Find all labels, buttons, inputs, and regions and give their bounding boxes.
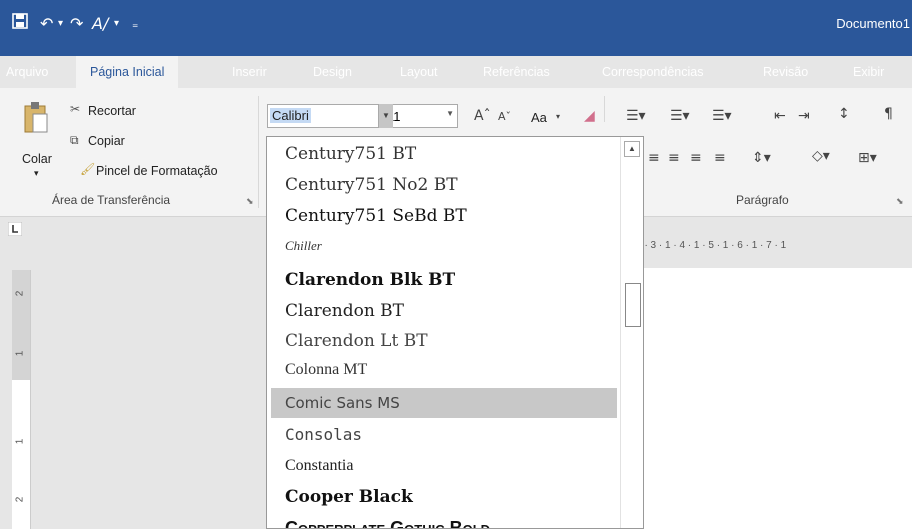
tab-inserir[interactable]: Inserir bbox=[232, 56, 267, 88]
align-left-icon[interactable]: ≡ bbox=[648, 150, 660, 166]
paste-dropdown-icon[interactable]: ▾ bbox=[34, 168, 39, 179]
shading-icon[interactable]: ◇▾ bbox=[812, 148, 830, 164]
increase-indent-icon[interactable]: ⇥ bbox=[798, 108, 810, 124]
tab-pagina-inicial[interactable]: Página Inicial bbox=[76, 56, 179, 88]
paste-icon[interactable] bbox=[22, 100, 48, 143]
undo-icon[interactable]: ↶ bbox=[40, 12, 53, 36]
copy-icon: ⧉ bbox=[70, 133, 79, 147]
paragraph-launcher-icon[interactable]: ⬊ bbox=[896, 196, 904, 207]
format-painter-small-icon[interactable]: A/ bbox=[92, 12, 108, 36]
align-center-icon[interactable]: ≡ bbox=[668, 150, 680, 166]
undo-dropdown-icon[interactable]: ▾ bbox=[58, 12, 63, 36]
group-divider bbox=[604, 96, 605, 122]
document-page[interactable] bbox=[628, 268, 912, 529]
font-name-dropdown-icon[interactable]: ▼ bbox=[379, 104, 393, 128]
font-option[interactable]: Clarendon Lt BT bbox=[271, 326, 617, 356]
ruler-number: 2 bbox=[14, 290, 26, 297]
cut-button[interactable]: Recortar bbox=[88, 104, 136, 118]
numbering-icon[interactable]: ☰▾ bbox=[670, 108, 690, 124]
ruler-tab-selector[interactable] bbox=[7, 221, 30, 240]
font-name-value: Calibri bbox=[270, 108, 311, 123]
format-dropdown-icon[interactable]: ▾ bbox=[114, 12, 119, 36]
font-option[interactable]: Century751 SeBd BT bbox=[271, 201, 617, 231]
multilevel-list-icon[interactable]: ☰▾ bbox=[712, 108, 732, 124]
font-option[interactable]: Clarendon Blk BT bbox=[271, 265, 617, 295]
sort-icon[interactable]: ↕ bbox=[838, 106, 850, 122]
tab-arquivo[interactable]: Arquivo bbox=[6, 56, 48, 88]
font-name-input[interactable]: Calibri bbox=[267, 104, 379, 128]
format-painter-icon: 🖌 bbox=[80, 162, 96, 176]
tab-exibir[interactable]: Exibir bbox=[853, 56, 884, 88]
customize-qat-icon[interactable]: ₌ bbox=[132, 12, 138, 36]
font-option-selected[interactable]: Comic Sans MS bbox=[271, 388, 617, 418]
font-option[interactable]: Chiller bbox=[271, 231, 617, 261]
redo-icon[interactable]: ↷ bbox=[70, 12, 83, 36]
change-case-dropdown-icon[interactable]: ▾ bbox=[556, 112, 560, 121]
font-option[interactable]: Century751 No2 BT bbox=[271, 170, 617, 200]
change-case-button[interactable]: Aa bbox=[531, 110, 547, 125]
ruler-number: 2 bbox=[14, 496, 26, 503]
document-title: Documento1 bbox=[836, 16, 910, 31]
title-bar: ↶ ▾ ↷ A/ ▾ ₌ Documento1 bbox=[0, 0, 912, 56]
tab-design[interactable]: Design bbox=[313, 56, 352, 88]
tab-revisao[interactable]: Revisão bbox=[763, 56, 808, 88]
line-spacing-icon[interactable]: ⇕▾ bbox=[752, 150, 771, 166]
save-icon[interactable] bbox=[12, 12, 28, 36]
paste-button[interactable]: Colar bbox=[22, 152, 52, 166]
decrease-indent-icon[interactable]: ⇤ bbox=[774, 108, 786, 124]
font-option[interactable]: Colonna MT bbox=[271, 355, 617, 385]
font-option[interactable]: Cooper Black bbox=[271, 482, 617, 512]
show-marks-icon[interactable]: ¶ bbox=[884, 106, 893, 122]
vertical-ruler: 2 1 1 2 bbox=[12, 270, 31, 529]
bullets-icon[interactable]: ☰▾ bbox=[626, 108, 646, 124]
tab-correspondencias[interactable]: Correspondências bbox=[602, 56, 703, 88]
horizontal-ruler: · 1 · 3 · 1 · 4 · 1 · 5 · 1 · 6 · 1 · 7 … bbox=[628, 240, 912, 260]
font-option[interactable]: Consolas bbox=[271, 420, 617, 450]
copy-button[interactable]: Copiar bbox=[88, 134, 125, 148]
paragraph-group-label: Parágrafo bbox=[736, 193, 789, 207]
font-option[interactable]: Copperplate Gothic Bold bbox=[271, 513, 617, 528]
scroll-up-arrow-icon[interactable]: ▲ bbox=[624, 141, 640, 157]
ruler-number: 1 bbox=[14, 350, 26, 357]
font-list-scrollbar[interactable]: ▲ bbox=[620, 137, 643, 528]
align-right-icon[interactable]: ≡ bbox=[690, 150, 702, 166]
font-dropdown[interactable]: Century751 BT Century751 No2 BT Century7… bbox=[266, 136, 644, 529]
grow-font-icon[interactable]: Aˆ bbox=[474, 108, 491, 124]
ruler-number: 1 bbox=[14, 438, 26, 445]
shrink-font-icon[interactable]: Aˇ bbox=[498, 110, 511, 123]
font-option[interactable]: Clarendon BT bbox=[271, 296, 617, 326]
font-size-dropdown-icon[interactable]: ▼ bbox=[446, 109, 454, 118]
clipboard-group-label: Área de Transferência bbox=[52, 193, 171, 207]
justify-icon[interactable]: ≡ bbox=[714, 150, 726, 166]
group-divider bbox=[258, 96, 259, 208]
font-option[interactable]: Constantia bbox=[271, 451, 617, 481]
scissors-icon: ✂ bbox=[70, 102, 81, 116]
borders-icon[interactable]: ⊞▾ bbox=[858, 150, 877, 166]
font-option[interactable]: Century751 BT bbox=[271, 139, 617, 169]
format-painter-button[interactable]: Pincel de Formatação bbox=[96, 164, 218, 178]
clipboard-launcher-icon[interactable]: ⬊ bbox=[246, 196, 254, 207]
tab-referencias[interactable]: Referências bbox=[483, 56, 550, 88]
tab-layout[interactable]: Layout bbox=[400, 56, 438, 88]
clear-formatting-icon[interactable]: ◢ bbox=[584, 108, 595, 124]
ruler-marks: · 1 · 3 · 1 · 4 · 1 · 5 · 1 · 6 · 1 · 7 … bbox=[630, 240, 787, 251]
scrollbar-thumb[interactable] bbox=[625, 283, 641, 327]
ruler-margin bbox=[12, 270, 30, 380]
